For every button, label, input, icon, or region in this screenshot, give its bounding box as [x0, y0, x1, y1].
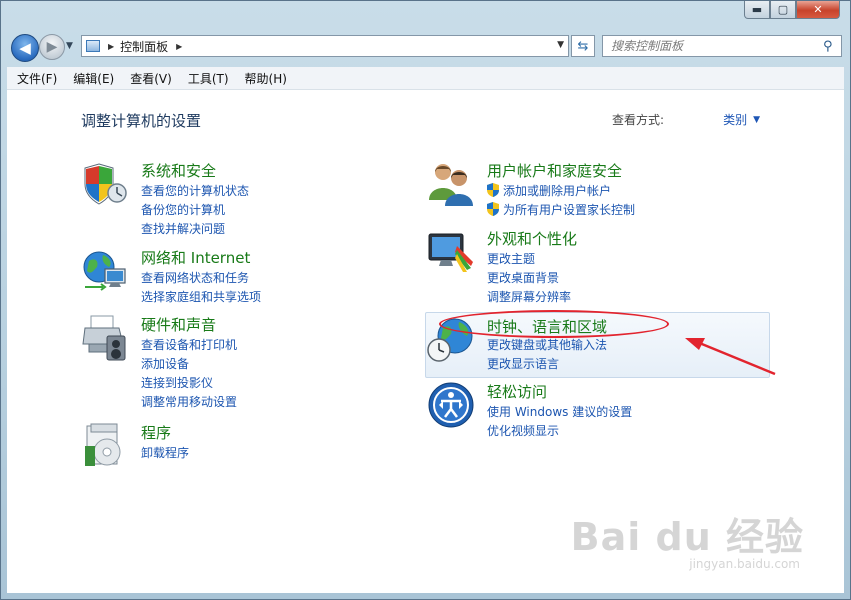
category-title[interactable]: 网络和 Internet — [141, 247, 250, 268]
link-add-remove-users[interactable]: 添加或删除用户帐户 — [487, 182, 611, 199]
search-icon[interactable]: ⚲ — [823, 39, 841, 54]
forward-arrow-icon: ▶ — [46, 39, 58, 55]
breadcrumb-separator-icon[interactable]: ▶ — [108, 42, 114, 51]
category-title[interactable]: 程序 — [141, 422, 171, 443]
link-text[interactable]: 为所有用户设置家长控制 — [503, 203, 635, 217]
uac-shield-icon — [487, 202, 499, 216]
link-find-fix-problems[interactable]: 查找并解决问题 — [141, 220, 225, 237]
menu-help[interactable]: 帮助(H) — [235, 70, 293, 87]
link-homegroup-sharing[interactable]: 选择家庭组和共享选项 — [141, 288, 261, 305]
link-view-computer-status[interactable]: 查看您的计算机状态 — [141, 182, 249, 199]
link-connect-projector[interactable]: 连接到投影仪 — [141, 374, 213, 391]
link-screen-resolution[interactable]: 调整屏幕分辨率 — [487, 288, 571, 305]
link-add-device[interactable]: 添加设备 — [141, 355, 189, 372]
maximize-button[interactable]: ▢ — [770, 1, 796, 19]
breadcrumb-chevron-icon[interactable]: ▶ — [176, 42, 182, 51]
navigation-bar: ◀ ▶ ▼ ▶ 控制面板 ▶ ▼ ⇆ ⚲ — [1, 27, 850, 65]
minimize-button[interactable]: ▬ — [744, 1, 770, 19]
link-backup-computer[interactable]: 备份您的计算机 — [141, 201, 225, 218]
link-optimize-visual-display[interactable]: 优化视频显示 — [487, 422, 559, 439]
link-devices-printers[interactable]: 查看设备和打印机 — [141, 336, 237, 353]
user-accounts-icon[interactable] — [427, 160, 475, 208]
breadcrumb-control-panel[interactable]: 控制面板 — [120, 38, 168, 55]
menu-file[interactable]: 文件(F) — [7, 70, 63, 87]
category-title[interactable]: 硬件和声音 — [141, 314, 216, 335]
annotation-oval — [439, 310, 669, 338]
link-parental-controls[interactable]: 为所有用户设置家长控制 — [487, 201, 635, 218]
security-shield-icon[interactable] — [81, 160, 129, 208]
printer-icon[interactable] — [81, 314, 129, 362]
uac-shield-icon — [487, 183, 499, 197]
link-mobility-settings[interactable]: 调整常用移动设置 — [141, 393, 237, 410]
link-change-theme[interactable]: 更改主题 — [487, 250, 535, 267]
baidu-watermark: Bai du 经验 jingyan.baidu.com — [571, 506, 804, 571]
appearance-monitor-icon[interactable] — [427, 228, 475, 276]
category-title[interactable]: 轻松访问 — [487, 381, 547, 402]
view-by-value[interactable]: 类别 — [723, 111, 747, 128]
caption-buttons: ▬ ▢ ✕ — [744, 1, 840, 19]
link-change-keyboard-input[interactable]: 更改键盘或其他输入法 — [487, 336, 607, 353]
menu-bar: 文件(F) 编辑(E) 查看(V) 工具(T) 帮助(H) — [7, 67, 844, 90]
back-button[interactable]: ◀ — [11, 34, 39, 62]
view-by-label: 查看方式: — [611, 113, 664, 127]
watermark-brand: Bai du 经验 — [570, 515, 804, 559]
dropdown-arrow-icon[interactable]: ▼ — [753, 115, 760, 125]
link-view-network-status[interactable]: 查看网络状态和任务 — [141, 269, 249, 286]
network-globe-icon[interactable] — [81, 247, 129, 295]
ease-of-access-icon[interactable] — [427, 381, 475, 429]
content-pane: 调整计算机的设置 查看方式: 类别 ▼ 系统和安全 查看您的计算机状态 备份您的… — [7, 90, 844, 593]
category-title[interactable]: 用户帐户和家庭安全 — [487, 160, 622, 181]
search-box: ⚲ — [602, 35, 842, 57]
category-title[interactable]: 外观和个性化 — [487, 228, 577, 249]
menu-view[interactable]: 查看(V) — [120, 70, 178, 87]
address-dropdown-icon[interactable]: ▼ — [557, 40, 564, 50]
recent-pages-dropdown[interactable]: ▼ — [66, 41, 73, 51]
control-panel-icon — [86, 40, 100, 52]
link-change-display-language[interactable]: 更改显示语言 — [487, 355, 559, 372]
close-button[interactable]: ✕ — [796, 1, 840, 19]
link-windows-suggested-settings[interactable]: 使用 Windows 建议的设置 — [487, 403, 632, 420]
view-by-dropdown[interactable]: 类别 ▼ — [723, 111, 760, 128]
forward-button[interactable]: ▶ — [39, 34, 65, 60]
menu-tools[interactable]: 工具(T) — [178, 70, 235, 87]
link-uninstall-program[interactable]: 卸载程序 — [141, 444, 189, 461]
programs-icon[interactable] — [81, 422, 129, 470]
annotation-arrow-icon — [685, 338, 776, 376]
page-title: 调整计算机的设置 — [81, 112, 202, 130]
menu-edit[interactable]: 编辑(E) — [63, 70, 120, 87]
category-title[interactable]: 系统和安全 — [141, 160, 216, 181]
refresh-button[interactable]: ⇆ — [571, 35, 595, 57]
address-bar[interactable]: ▶ 控制面板 ▶ ▼ — [81, 35, 569, 57]
back-arrow-icon: ◀ — [19, 39, 31, 57]
link-change-background[interactable]: 更改桌面背景 — [487, 269, 559, 286]
control-panel-window: ▬ ▢ ✕ ◀ ▶ ▼ ▶ 控制面板 ▶ ▼ ⇆ ⚲ 文件(F) 编辑(E) 查… — [0, 0, 851, 600]
search-input[interactable] — [603, 38, 823, 54]
refresh-icon: ⇆ — [577, 38, 589, 54]
link-text[interactable]: 添加或删除用户帐户 — [503, 184, 611, 198]
